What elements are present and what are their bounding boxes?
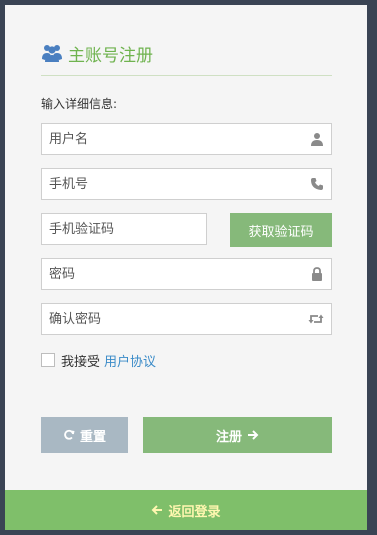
form-subtitle: 输入详细信息: <box>41 97 118 111</box>
password-input[interactable] <box>42 259 331 289</box>
phone-icon <box>311 178 323 190</box>
arrow-right-icon <box>248 430 259 440</box>
user-agreement-link[interactable]: 用户协议 <box>104 351 156 370</box>
username-input[interactable] <box>42 124 331 154</box>
confirm-password-field <box>41 303 332 335</box>
password-field <box>41 258 332 290</box>
registration-card: 主账号注册 输入详细信息: 获取验证码 <box>5 5 367 530</box>
arrow-left-icon <box>152 505 163 515</box>
retweet-icon <box>308 314 324 324</box>
phone-field <box>41 168 332 200</box>
back-to-login-button[interactable]: 返回登录 <box>5 490 367 530</box>
register-label: 注册 <box>215 429 242 445</box>
users-icon <box>42 45 62 62</box>
form-header: 主账号注册 <box>41 39 332 76</box>
agreement-row: 我接受 用户协议 <box>41 351 156 370</box>
agreement-checkbox[interactable] <box>41 353 55 367</box>
reset-label: 重置 <box>79 429 106 445</box>
lock-icon <box>312 267 322 281</box>
refresh-icon <box>64 429 75 440</box>
get-code-button[interactable]: 获取验证码 <box>230 213 332 247</box>
phone-input[interactable] <box>42 169 331 199</box>
sms-code-field <box>41 213 207 245</box>
back-to-login-label: 返回登录 <box>168 504 221 520</box>
register-button[interactable]: 注册 <box>143 417 332 453</box>
agreement-text: 我接受 <box>61 354 101 370</box>
username-field <box>41 123 332 155</box>
user-icon <box>311 133 323 146</box>
confirm-password-input[interactable] <box>42 304 331 334</box>
reset-button[interactable]: 重置 <box>41 417 128 453</box>
sms-code-input[interactable] <box>42 214 206 244</box>
page-title: 主账号注册 <box>68 46 153 66</box>
